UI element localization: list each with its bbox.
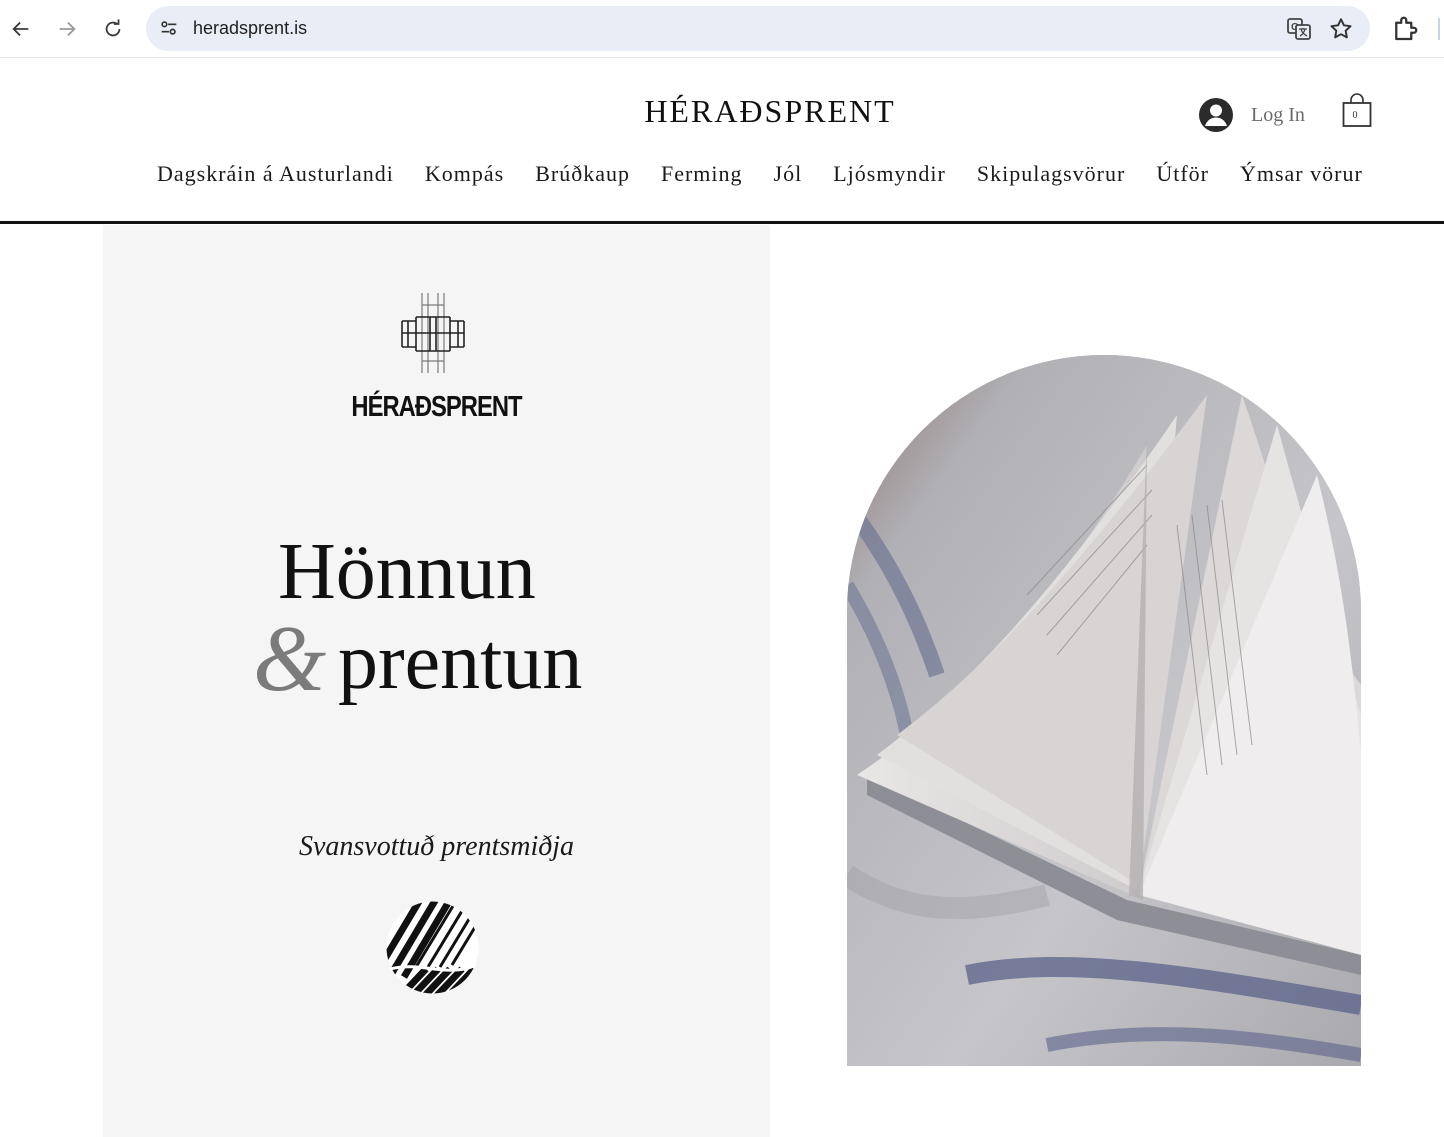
back-button[interactable]	[6, 14, 36, 44]
site-header: HÉRAÐSPRENT Log In 0 Dagskráin á Austurl…	[0, 59, 1444, 222]
forward-button[interactable]	[52, 14, 82, 44]
tune-icon[interactable]	[158, 17, 180, 39]
nordic-swan-ecolabel-icon	[386, 901, 479, 994]
hero-headline-line2: prentun	[338, 618, 583, 706]
url-text[interactable]: heradsprent.is	[193, 18, 307, 39]
nav-item-brudkaup[interactable]: Brúðkaup	[535, 161, 630, 197]
address-bar[interactable]: heradsprent.is G	[146, 6, 1370, 51]
nav-item-ferming[interactable]: Ferming	[661, 161, 743, 197]
heradsprent-logo-mark-icon	[401, 293, 465, 373]
open-book-image	[847, 355, 1361, 1066]
login-button[interactable]: Log In	[1198, 97, 1305, 133]
back-arrow-icon	[12, 21, 29, 37]
reload-button[interactable]	[98, 14, 128, 44]
hero-subtitle: Svansvottuð prentsmiðja	[298, 831, 575, 862]
nav-item-jol[interactable]: Jól	[774, 161, 803, 197]
main-navigation: Dagskráin á Austurlandi Kompás Brúðkaup …	[157, 161, 1363, 197]
star-icon[interactable]	[1328, 16, 1354, 42]
hero-panel: HÉRAÐSPRENT Hönnun & prentun Svansvottuð…	[103, 225, 770, 1137]
logo-wordmark: HÉRAÐSPRENT	[351, 391, 522, 423]
forward-arrow-icon	[59, 21, 76, 37]
browser-toolbar: heradsprent.is G	[0, 0, 1444, 58]
header-divider	[0, 221, 1444, 224]
nav-item-skipulagsvorur[interactable]: Skipulagsvörur	[977, 161, 1125, 197]
login-label[interactable]: Log In	[1251, 104, 1305, 127]
nav-item-utfor[interactable]: Útför	[1156, 161, 1209, 197]
user-avatar-icon	[1199, 98, 1233, 132]
hero-photo-open-book	[847, 355, 1361, 1066]
puzzle-icon[interactable]	[1390, 14, 1420, 44]
cart-count: 0	[1352, 110, 1358, 121]
nav-item-ymsar-vorur[interactable]: Ýmsar vörur	[1240, 161, 1363, 197]
translate-icon[interactable]: G	[1286, 16, 1312, 42]
reload-icon	[105, 19, 121, 37]
toolbar-edge	[1438, 18, 1440, 40]
nav-item-ljosmyndir[interactable]: Ljósmyndir	[833, 161, 946, 197]
hero-headline-ampersand: &	[253, 607, 327, 711]
cart-button[interactable]: 0	[1341, 93, 1373, 129]
nav-item-dagskrain[interactable]: Dagskráin á Austurlandi	[157, 161, 394, 197]
nav-item-kompas[interactable]: Kompás	[425, 161, 504, 197]
